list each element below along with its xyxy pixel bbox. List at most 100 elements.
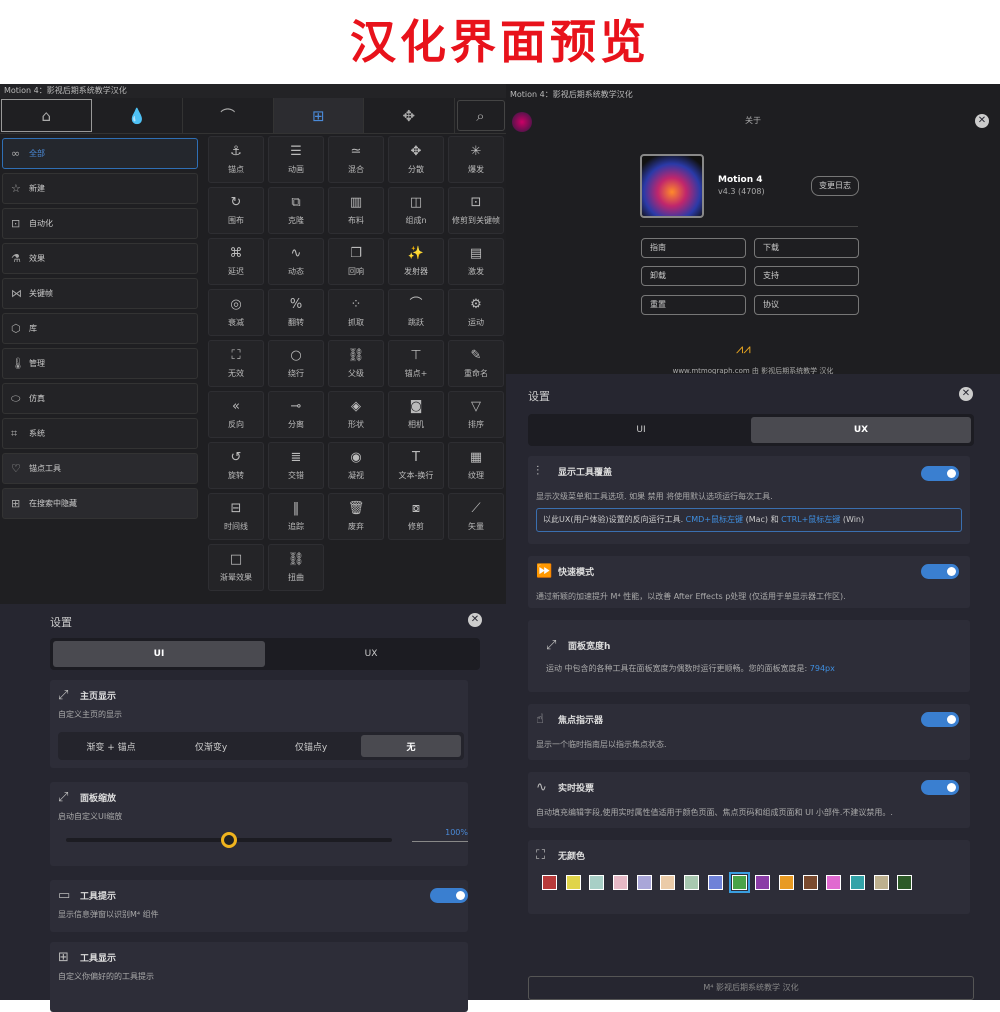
color-swatch[interactable] (778, 875, 794, 890)
category-item[interactable]: 🌡 管理 (2, 348, 198, 379)
uninstall-button[interactable]: 卸载 (641, 266, 746, 286)
tool-button[interactable]: ▥ 布料 (328, 187, 384, 234)
scale-slider-handle[interactable] (221, 832, 237, 848)
color-swatch[interactable] (873, 875, 889, 890)
color-swatch[interactable] (684, 875, 700, 890)
close-icon[interactable]: ✕ (975, 114, 989, 128)
color-swatch[interactable] (849, 875, 865, 890)
tool-button[interactable]: ✨ 发射器 (388, 238, 444, 285)
close-icon[interactable]: ✕ (468, 613, 482, 627)
bezier-icon[interactable]: ⌒ (183, 98, 274, 133)
tool-button[interactable]: □ 渐晕效果 (208, 544, 264, 591)
license-button[interactable]: 协议 (754, 295, 859, 315)
home-icon[interactable]: ⌂ (1, 99, 92, 132)
tool-button[interactable]: ⊤ 锚点+ (388, 340, 444, 387)
grid-icon[interactable]: ⊞ (273, 98, 364, 133)
focus-indicator-toggle[interactable] (921, 712, 959, 727)
tool-button[interactable]: ⛓ 父级 (328, 340, 384, 387)
tool-button[interactable]: ⊸ 分离 (268, 391, 324, 438)
tool-button[interactable]: ‖ 追踪 (268, 493, 324, 540)
drop-icon[interactable]: 💧 (93, 98, 183, 133)
tool-button[interactable]: ⊡ 修剪到关键帧 (448, 187, 504, 234)
tool-button[interactable]: ❐ 回响 (328, 238, 384, 285)
tool-button[interactable]: ≃ 混合 (328, 136, 384, 183)
category-item[interactable]: ⚗ 效果 (2, 243, 198, 274)
color-swatch[interactable] (897, 875, 913, 890)
tool-button[interactable]: ∿ 动态 (268, 238, 324, 285)
reset-button[interactable]: 重置 (641, 295, 746, 315)
color-swatch[interactable] (613, 875, 629, 890)
tool-button[interactable]: ☰ 动画 (268, 136, 324, 183)
color-swatch[interactable] (660, 875, 676, 890)
color-swatch[interactable] (542, 875, 557, 890)
scale-slider-track[interactable] (66, 832, 392, 848)
tool-button[interactable]: ⌘ 延迟 (208, 238, 264, 285)
tool-button[interactable]: ↺ 旋转 (208, 442, 264, 489)
tab-ui[interactable]: UI (53, 641, 265, 667)
tool-button[interactable]: ○ 绕行 (268, 340, 324, 387)
tooltip-toggle[interactable] (430, 888, 468, 903)
changelog-button[interactable]: 变更日志 (811, 176, 859, 196)
tool-button[interactable]: « 反向 (208, 391, 264, 438)
tab-ux[interactable]: UX (265, 641, 477, 667)
category-item[interactable]: ⬡ 库 (2, 313, 198, 344)
category-item[interactable]: ⋈ 关键帧 (2, 278, 198, 309)
option-gradient-only[interactable]: 仅渐变y (161, 735, 261, 757)
category-item[interactable]: ♡ 锚点工具 (2, 453, 198, 484)
category-item[interactable]: ⊡ 自动化 (2, 208, 198, 239)
tool-button[interactable]: ▽ 排序 (448, 391, 504, 438)
guide-button[interactable]: 指南 (641, 238, 746, 258)
tool-button[interactable]: ⚙ 运动 (448, 289, 504, 336)
tool-button[interactable]: ⟋ 矢量 (448, 493, 504, 540)
tool-button[interactable]: ◈ 形状 (328, 391, 384, 438)
color-swatch[interactable] (589, 875, 605, 890)
category-item[interactable]: ⌗ 系统 (2, 418, 198, 449)
option-gradient-anchor[interactable]: 渐变 + 锚点 (61, 735, 161, 757)
color-swatch[interactable] (636, 875, 652, 890)
tool-button[interactable]: ⌒ 跳跃 (388, 289, 444, 336)
tool-button[interactable]: ≣ 交错 (268, 442, 324, 489)
tool-button[interactable]: % 翻转 (268, 289, 324, 336)
fast-mode-toggle[interactable] (921, 564, 959, 579)
tool-button[interactable]: ✥ 分散 (388, 136, 444, 183)
support-button[interactable]: 支持 (754, 266, 859, 286)
tool-button[interactable]: ◙ 相机 (388, 391, 444, 438)
option-anchor-only[interactable]: 仅锚点y (261, 735, 361, 757)
tool-button[interactable]: ↻ 围布 (208, 187, 264, 234)
tool-button[interactable]: ⊟ 时间线 (208, 493, 264, 540)
tool-button[interactable]: ◎ 衰减 (208, 289, 264, 336)
color-swatch[interactable] (728, 872, 750, 893)
tool-button[interactable]: ⚓ 锚点 (208, 136, 264, 183)
tool-button[interactable]: ◫ 组成n (388, 187, 444, 234)
option-none[interactable]: 无 (361, 735, 461, 757)
tool-button[interactable]: ◉ 凝视 (328, 442, 384, 489)
tool-button[interactable]: ⧉ 克隆 (268, 187, 324, 234)
live-poll-toggle[interactable] (921, 780, 959, 795)
category-item[interactable]: ☆ 新建 (2, 173, 198, 204)
color-swatch[interactable] (707, 875, 723, 890)
move-icon[interactable]: ✥ (364, 98, 455, 133)
footer-button[interactable]: M⁴ 影视后期系统教学 汉化 (528, 976, 974, 1000)
tool-button[interactable]: ▦ 纹理 (448, 442, 504, 489)
tab-ux[interactable]: UX (751, 417, 971, 443)
color-swatch[interactable] (755, 875, 771, 890)
tool-overlay-toggle[interactable] (921, 466, 959, 481)
tool-button[interactable]: ⧇ 修剪 (388, 493, 444, 540)
tool-button[interactable]: ⛓ 扭曲 (268, 544, 324, 591)
tool-button[interactable]: T 文本-换行 (388, 442, 444, 489)
scale-value[interactable]: 100% (412, 828, 468, 842)
category-item[interactable]: ∞ 全部 (2, 138, 198, 169)
color-swatch[interactable] (826, 875, 842, 890)
color-swatch[interactable] (565, 875, 581, 890)
category-item[interactable]: ⊞ 在搜索中隐藏 (2, 488, 198, 519)
tab-ui[interactable]: UI (531, 417, 751, 443)
download-button[interactable]: 下载 (754, 238, 859, 258)
category-item[interactable]: ⬭ 仿真 (2, 383, 198, 414)
tool-button[interactable]: ⛶ 无效 (208, 340, 264, 387)
tool-button[interactable]: 🗑 废弃 (328, 493, 384, 540)
tool-button[interactable]: ✎ 重命名 (448, 340, 504, 387)
tool-button[interactable]: ▤ 激发 (448, 238, 504, 285)
tool-button[interactable]: ⁘ 抓取 (328, 289, 384, 336)
color-swatch[interactable] (802, 875, 818, 890)
close-icon[interactable]: ✕ (959, 387, 973, 401)
